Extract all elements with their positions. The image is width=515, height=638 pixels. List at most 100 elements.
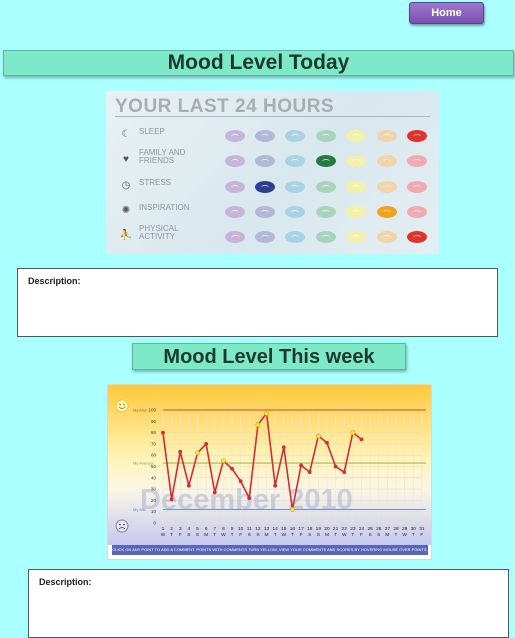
description-box-week[interactable]: Description:	[28, 569, 509, 638]
mood-level-dot[interactable]	[255, 130, 275, 142]
y-tick-label: 20	[151, 498, 157, 503]
mood-level-dot[interactable]	[285, 206, 305, 218]
mood-level-dot[interactable]	[377, 181, 397, 193]
x-weekday-label: T	[274, 532, 277, 538]
x-tick-label: 7	[213, 526, 216, 532]
mood-level-dot[interactable]	[407, 155, 427, 167]
data-point[interactable]	[290, 507, 295, 512]
data-point[interactable]	[212, 490, 217, 495]
mood-level-dot[interactable]	[346, 181, 366, 193]
mood-level-dot[interactable]	[377, 155, 397, 167]
mood-card-title: YOUR LAST 24 HOURS	[115, 96, 335, 117]
data-point[interactable]	[230, 466, 234, 471]
mood-level-dot[interactable]	[225, 206, 245, 218]
x-tick-label: 18	[307, 526, 313, 532]
x-weekday-label: T	[351, 532, 354, 538]
y-tick-label: 40	[151, 475, 157, 480]
data-point[interactable]	[255, 422, 261, 428]
x-weekday-label: S	[196, 532, 199, 538]
data-point[interactable]	[315, 433, 321, 439]
mood-level-dot[interactable]	[377, 130, 397, 142]
x-tick-label: 29	[402, 526, 408, 532]
mood-level-dot[interactable]	[316, 206, 336, 218]
bulb-icon: ✺	[121, 205, 131, 216]
frown-icon	[115, 519, 129, 533]
x-tick-label: 8	[222, 526, 225, 532]
mood-level-dot[interactable]	[316, 231, 336, 243]
mood-row-label: PHYSICAL ACTIVITY	[139, 224, 179, 241]
x-tick-label: 13	[264, 526, 270, 532]
mood-level-dot[interactable]	[285, 155, 305, 167]
data-point[interactable]	[342, 470, 347, 475]
mood-level-dot[interactable]	[346, 231, 366, 243]
mood-level-dot[interactable]	[407, 181, 427, 193]
mood-week-chart: December 2010 My MaxMy AverageMy Min 010…	[108, 385, 431, 545]
mood-level-dot[interactable]	[255, 155, 275, 167]
data-point[interactable]	[186, 483, 191, 488]
mood-row-label: STRESS	[139, 178, 172, 187]
mood-level-dot[interactable]	[346, 155, 366, 167]
x-weekday-label: F	[239, 532, 242, 538]
data-point[interactable]	[299, 463, 303, 468]
data-point[interactable]	[333, 464, 338, 469]
mood-row: ⛹ PHYSICAL ACTIVITY	[106, 224, 439, 248]
data-point[interactable]	[307, 470, 312, 475]
divider	[115, 116, 430, 117]
x-tick-label: 11	[247, 526, 252, 532]
description-box-today[interactable]: Description:	[17, 268, 498, 337]
data-point[interactable]	[325, 440, 329, 445]
data-point[interactable]	[169, 497, 174, 502]
chart-instructions: CLICK ON ANY POINT TO ADD A COMMENT. POI…	[112, 545, 428, 555]
x-weekday-label: T	[334, 532, 337, 538]
mood-level-dot[interactable]	[377, 231, 397, 243]
x-weekday-label: S	[317, 532, 320, 538]
mood-level-dot[interactable]	[225, 181, 245, 193]
data-point[interactable]	[264, 410, 269, 416]
x-tick-label: 17	[298, 526, 304, 532]
mood-level-dot[interactable]	[255, 231, 275, 243]
mood-level-dot[interactable]	[377, 206, 397, 218]
mood-level-dot[interactable]	[285, 181, 305, 193]
data-point[interactable]	[359, 437, 364, 442]
mood-level-dot[interactable]	[407, 231, 427, 243]
mood-level-dot[interactable]	[346, 130, 366, 142]
data-point[interactable]	[281, 445, 286, 450]
mood-row-label: SLEEP	[139, 127, 165, 136]
data-point[interactable]	[161, 430, 165, 435]
mood-level-dot[interactable]	[346, 206, 366, 218]
y-tick-label: 50	[151, 464, 157, 469]
mood-level-dot[interactable]	[285, 231, 305, 243]
heart-icon: ♥	[123, 154, 129, 165]
mood-level-dot[interactable]	[316, 155, 336, 167]
mood-level-dot[interactable]	[285, 130, 305, 142]
data-point[interactable]	[350, 430, 356, 435]
x-weekday-label: S	[308, 532, 311, 538]
mood-level-dot[interactable]	[225, 130, 245, 142]
data-point[interactable]	[238, 479, 243, 484]
mood-level-dot[interactable]	[407, 130, 427, 142]
data-point[interactable]	[204, 442, 209, 446]
mood-level-dot[interactable]	[255, 206, 275, 218]
clock-icon: ◷	[121, 180, 131, 191]
x-weekday-label: W	[342, 532, 347, 538]
x-tick-label: 20	[324, 526, 330, 532]
x-weekday-label: T	[291, 532, 294, 538]
data-point[interactable]	[195, 450, 200, 456]
home-button[interactable]: Home	[409, 2, 484, 24]
data-point[interactable]	[178, 449, 183, 454]
mood-level-dot[interactable]	[255, 181, 275, 193]
description-label: Description:	[28, 276, 81, 286]
mood-level-dot[interactable]	[225, 155, 245, 167]
mood-level-dot[interactable]	[225, 231, 245, 243]
data-point[interactable]	[221, 458, 226, 464]
data-point[interactable]	[273, 483, 278, 488]
y-tick-label: 90	[151, 419, 157, 424]
x-weekday-label: F	[420, 532, 423, 538]
data-point[interactable]	[247, 496, 252, 501]
description-label: Description:	[39, 577, 92, 587]
sleep-icon: ☾	[121, 129, 131, 140]
mood-level-dot[interactable]	[407, 206, 427, 218]
mood-level-dot[interactable]	[316, 130, 336, 142]
x-tick-label: 14	[273, 526, 279, 532]
mood-level-dot[interactable]	[316, 181, 336, 193]
